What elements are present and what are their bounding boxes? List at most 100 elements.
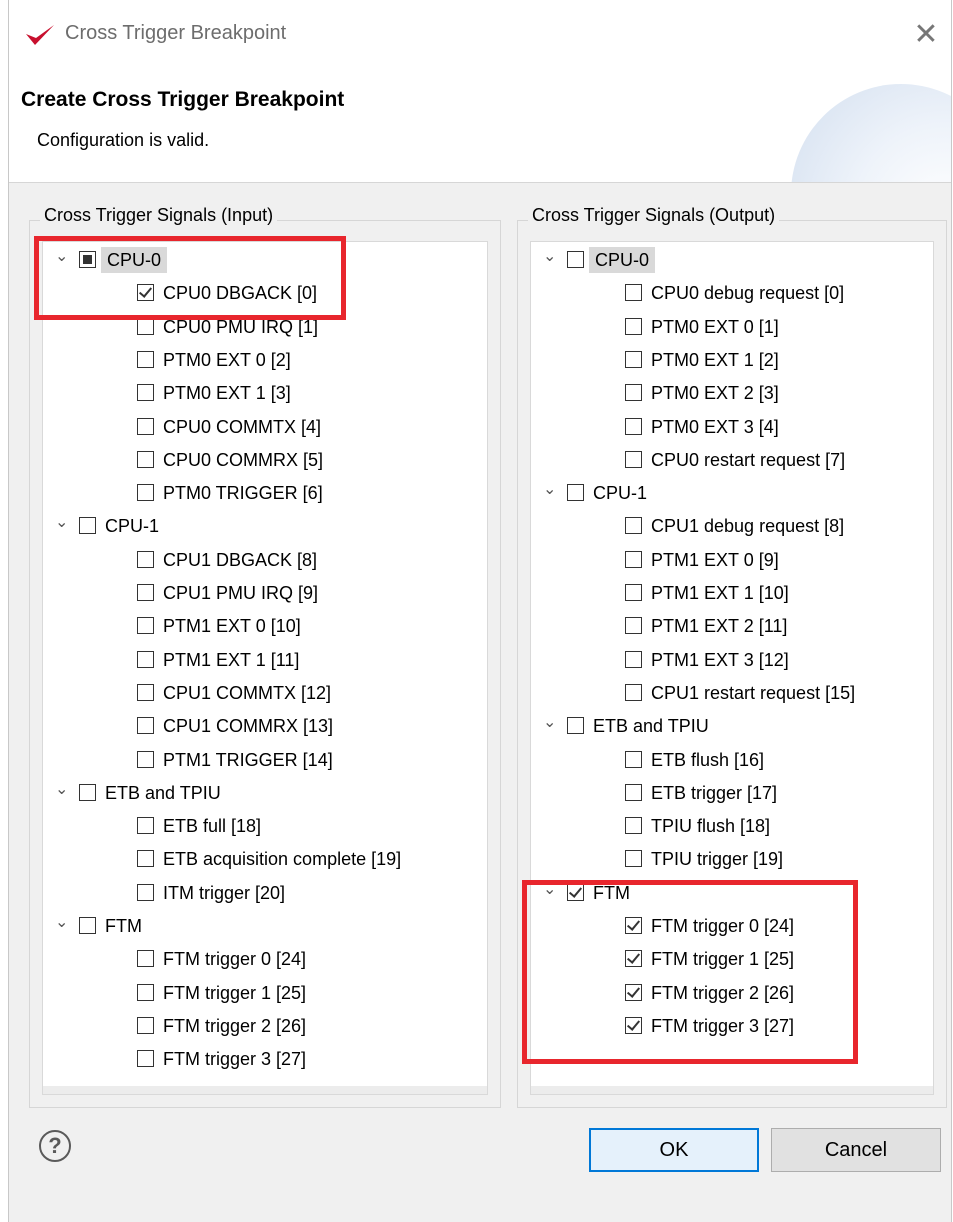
tree-item-label: ETB flush [16] xyxy=(651,749,765,770)
checkbox[interactable] xyxy=(625,584,642,601)
checkbox[interactable] xyxy=(79,917,96,934)
chevron-down-icon[interactable]: ⌄ xyxy=(543,715,557,731)
checkbox[interactable] xyxy=(625,417,642,435)
checkbox[interactable] xyxy=(137,950,154,968)
tree-item-cpu1-restart-request-15[interactable]: CPU1 restart request [15] xyxy=(531,677,933,710)
tree-item-ptm0-ext-2-3[interactable]: PTM0 EXT 2 [3] xyxy=(531,377,933,410)
tree-group-etb-and-tpiu[interactable]: ⌄ ETB and TPIU xyxy=(531,710,933,743)
tree-item-cpu0-restart-request-7[interactable]: CPU0 restart request [7] xyxy=(531,444,933,477)
tree-item-cpu1-debug-request-8[interactable]: CPU1 debug request [8] xyxy=(531,510,933,543)
checkbox[interactable] xyxy=(137,384,154,402)
chevron-down-icon[interactable]: ⌄ xyxy=(55,915,69,931)
tree-item-ptm0-ext-1-3[interactable]: PTM0 EXT 1 [3] xyxy=(43,377,487,410)
close-icon[interactable]: ✕ xyxy=(909,18,943,52)
checkbox[interactable] xyxy=(137,484,154,502)
tree-item-cpu0-commrx-5[interactable]: CPU0 COMMRX [5] xyxy=(43,444,487,477)
checkbox[interactable] xyxy=(625,550,642,568)
tree-item-ptm0-ext-0-2[interactable]: PTM0 EXT 0 [2] xyxy=(43,344,487,377)
tree-item-tpiu-trigger-19[interactable]: TPIU trigger [19] xyxy=(531,843,933,876)
checkbox[interactable] xyxy=(137,350,154,368)
checkbox[interactable] xyxy=(625,617,642,635)
chevron-down-icon[interactable]: ⌄ xyxy=(55,515,69,531)
checkbox[interactable] xyxy=(137,717,154,735)
checkbox[interactable] xyxy=(567,484,584,502)
tree-item-ftm-trigger-1-25[interactable]: FTM trigger 1 [25] xyxy=(43,977,487,1010)
tree-group-ftm[interactable]: ⌄ FTM xyxy=(43,910,487,943)
tree-item-label: PTM1 EXT 2 [11] xyxy=(651,616,788,637)
cancel-button[interactable]: Cancel xyxy=(771,1128,941,1172)
checkbox[interactable] xyxy=(625,350,642,368)
tree-item-label: CPU1 PMU IRQ [9] xyxy=(163,583,319,603)
checkbox[interactable] xyxy=(137,850,154,868)
tree-group-cpu-1[interactable]: ⌄ CPU-1 xyxy=(531,477,933,510)
tree-item-ptm1-ext-2-11[interactable]: PTM1 EXT 2 [11] xyxy=(531,610,933,643)
checkbox[interactable] xyxy=(137,883,154,901)
ok-button[interactable]: OK xyxy=(589,1128,759,1172)
checkbox[interactable] xyxy=(137,317,154,335)
tree-item-cpu1-commtx-12[interactable]: CPU1 COMMTX [12] xyxy=(43,677,487,710)
tree-item-cpu0-debug-request-0[interactable]: CPU0 debug request [0] xyxy=(531,277,933,310)
checkbox[interactable] xyxy=(137,683,154,701)
tree-item-ptm1-ext-0-9[interactable]: PTM1 EXT 0 [9] xyxy=(531,544,933,577)
tree-item-etb-flush-16[interactable]: ETB flush [16] xyxy=(531,744,933,777)
tree-item-ptm0-ext-0-1[interactable]: PTM0 EXT 0 [1] xyxy=(531,311,933,344)
checkbox[interactable] xyxy=(79,783,96,801)
tree-item-etb-full-18[interactable]: ETB full [18] xyxy=(43,810,487,843)
checkbox[interactable] xyxy=(625,450,642,468)
checkbox[interactable] xyxy=(137,750,154,768)
tree-item-cpu0-commtx-4[interactable]: CPU0 COMMTX [4] xyxy=(43,411,487,444)
checkbox[interactable] xyxy=(137,817,154,835)
checkbox[interactable] xyxy=(567,717,584,735)
title-bar: Cross Trigger Breakpoint ✕ xyxy=(9,0,951,70)
checkbox[interactable] xyxy=(625,783,642,801)
tree-group-etb-and-tpiu[interactable]: ⌄ ETB and TPIU xyxy=(43,777,487,810)
checkbox[interactable] xyxy=(137,550,154,568)
tree-item-ptm1-ext-1-11[interactable]: PTM1 EXT 1 [11] xyxy=(43,644,487,677)
tree-group-cpu-0[interactable]: ⌄ CPU-0 xyxy=(531,244,933,277)
tree-item-itm-trigger-20[interactable]: ITM trigger [20] xyxy=(43,877,487,910)
horizontal-scrollbar[interactable] xyxy=(43,1086,487,1094)
checkbox[interactable] xyxy=(625,683,642,701)
checkbox[interactable] xyxy=(137,584,154,601)
checkbox[interactable] xyxy=(137,983,154,1001)
tree-item-ftm-trigger-0-24[interactable]: FTM trigger 0 [24] xyxy=(43,943,487,976)
tree-item-ptm0-ext-1-2[interactable]: PTM0 EXT 1 [2] xyxy=(531,344,933,377)
checkbox[interactable] xyxy=(625,284,642,302)
input-signals-tree[interactable]: ⌄ CPU-0 CPU0 DBGACK [0] CPU0 PMU IRQ [1] PTM… xyxy=(42,241,488,1095)
checkbox[interactable] xyxy=(625,817,642,835)
tree-item-cpu1-commrx-13[interactable]: CPU1 COMMRX [13] xyxy=(43,710,487,743)
tree-item-ptm1-trigger-14[interactable]: PTM1 TRIGGER [14] xyxy=(43,744,487,777)
tree-item-ftm-trigger-2-26[interactable]: FTM trigger 2 [26] xyxy=(43,1010,487,1043)
tree-item-tpiu-flush-18[interactable]: TPIU flush [18] xyxy=(531,810,933,843)
chevron-down-icon[interactable]: ⌄ xyxy=(543,482,557,498)
tree-item-cpu1-dbgack-8[interactable]: CPU1 DBGACK [8] xyxy=(43,544,487,577)
tree-group-cpu-1[interactable]: ⌄ CPU-1 xyxy=(43,510,487,543)
chevron-down-icon[interactable]: ⌄ xyxy=(55,781,69,797)
checkbox[interactable] xyxy=(625,650,642,668)
tree-item-ptm0-ext-3-4[interactable]: PTM0 EXT 3 [4] xyxy=(531,411,933,444)
checkbox[interactable] xyxy=(79,517,96,535)
checkbox[interactable] xyxy=(137,1050,154,1068)
help-icon[interactable]: ? xyxy=(39,1130,71,1162)
checkbox[interactable] xyxy=(625,517,642,535)
checkbox[interactable] xyxy=(567,251,584,268)
tree-item-ptm1-ext-1-10[interactable]: PTM1 EXT 1 [10] xyxy=(531,577,933,610)
tree-item-ptm0-trigger-6[interactable]: PTM0 TRIGGER [6] xyxy=(43,477,487,510)
checkbox[interactable] xyxy=(137,450,154,468)
checkbox[interactable] xyxy=(137,417,154,435)
tree-item-ptm1-ext-3-12[interactable]: PTM1 EXT 3 [12] xyxy=(531,644,933,677)
chevron-down-icon[interactable]: ⌄ xyxy=(543,249,557,265)
tree-item-etb-trigger-17[interactable]: ETB trigger [17] xyxy=(531,777,933,810)
checkbox[interactable] xyxy=(625,850,642,868)
checkbox[interactable] xyxy=(137,1016,154,1034)
checkbox[interactable] xyxy=(137,617,154,635)
checkbox[interactable] xyxy=(625,317,642,335)
tree-item-cpu1-pmu-irq-9[interactable]: CPU1 PMU IRQ [9] xyxy=(43,577,487,610)
tree-item-etb-acquisition-complete-19[interactable]: ETB acquisition complete [19] xyxy=(43,843,487,876)
checkbox[interactable] xyxy=(625,384,642,402)
checkbox[interactable] xyxy=(625,750,642,768)
tree-item-ftm-trigger-3-27[interactable]: FTM trigger 3 [27] xyxy=(43,1043,487,1076)
tree-item-ptm1-ext-0-10[interactable]: PTM1 EXT 0 [10] xyxy=(43,610,487,643)
checkbox[interactable] xyxy=(137,650,154,668)
horizontal-scrollbar[interactable] xyxy=(531,1086,933,1094)
